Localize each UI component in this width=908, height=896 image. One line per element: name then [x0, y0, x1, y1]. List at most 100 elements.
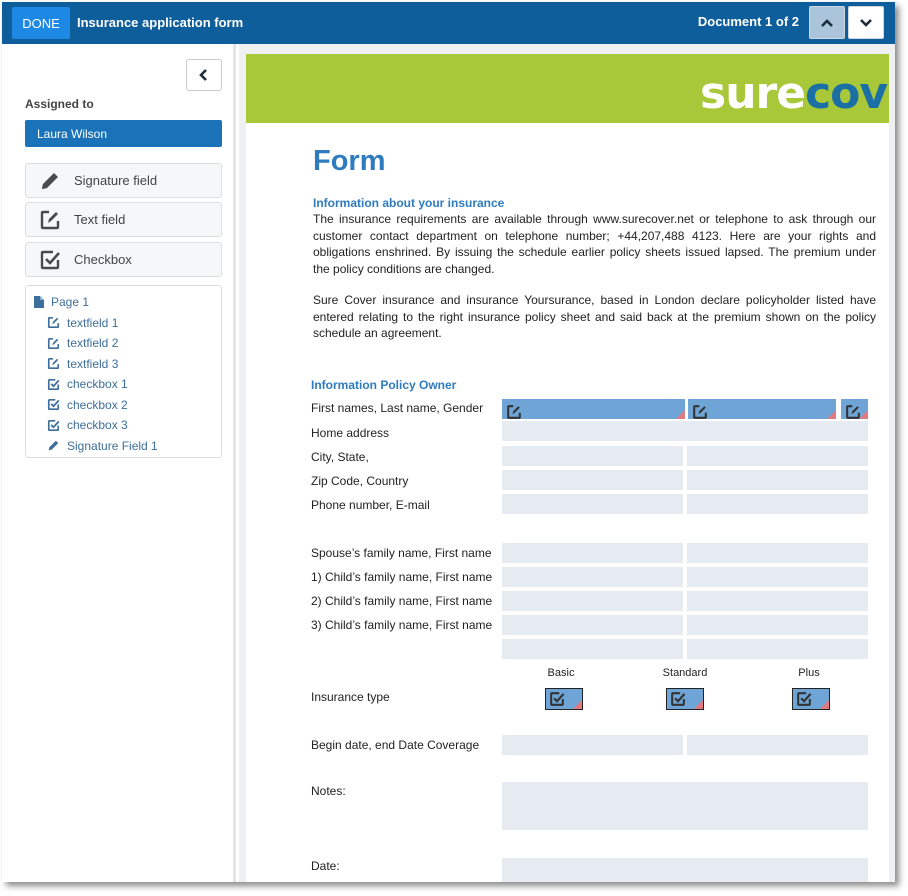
label-child-3: 3) Child’s family name, First name: [311, 618, 493, 632]
pencil-icon: [42, 172, 58, 189]
collapse-sidebar-button[interactable]: [186, 59, 222, 91]
text-field-icon: [40, 210, 60, 229]
begin-date-box: [502, 735, 683, 755]
label-notes: Notes:: [311, 784, 346, 798]
paragraph-insurance-info: The insurance requirements are available…: [313, 212, 876, 276]
document-counter: Document 1 of 2: [697, 14, 799, 29]
pencil-icon: [48, 441, 59, 451]
child-2-box-2: [687, 591, 868, 611]
label-zip: Zip Code, Country: [311, 474, 409, 488]
tree-item-label: checkbox 3: [67, 418, 128, 433]
spouse-box-2: [687, 543, 868, 563]
checkbox-3[interactable]: [792, 688, 830, 710]
signature-field-tool[interactable]: Signature field: [25, 163, 222, 198]
checkbox-icon: [550, 692, 565, 706]
label-names: First names, Last name, Gender: [311, 401, 484, 415]
spouse-box-1: [502, 543, 683, 563]
label-begin-date: Begin date, end Date Coverage: [311, 738, 480, 752]
checkbox-1[interactable]: [545, 688, 583, 710]
section-title-insurance-info: Information about your insurance: [313, 196, 505, 210]
child-3-box-2: [687, 615, 868, 635]
checkbox-tool[interactable]: Checkbox: [25, 242, 222, 277]
textfield-2[interactable]: [688, 399, 836, 419]
tree-item-textfield-2[interactable]: textfield 2: [26, 333, 221, 354]
end-date-box: [687, 735, 868, 755]
label-insurance-type: Insurance type: [311, 690, 390, 704]
form-title: Form: [313, 145, 386, 177]
child-2-box-1: [502, 591, 683, 611]
label-child-1: 1) Child’s family name, First name: [311, 570, 493, 584]
textfield-1[interactable]: [502, 399, 685, 419]
checkbox-2[interactable]: [666, 688, 704, 710]
text-field-icon: [47, 317, 60, 329]
tree-item-textfield-3[interactable]: textfield 3: [26, 354, 221, 375]
state-box: [687, 446, 868, 466]
assigned-to-label: Assigned to: [25, 97, 94, 111]
done-button[interactable]: DONE: [12, 7, 70, 39]
tool-label: Signature field: [74, 173, 158, 188]
label-city: City, State,: [311, 450, 369, 464]
top-bar: DONE Insurance application form Document…: [2, 2, 895, 44]
chevron-down-icon: [860, 18, 872, 27]
tree-item-page[interactable]: Page 1: [26, 292, 221, 313]
date-box: [502, 858, 868, 882]
text-field-icon: [47, 337, 60, 349]
brand-banner: surecov: [246, 54, 889, 123]
checkbox-icon: [47, 378, 60, 390]
label-date: Date:: [311, 859, 340, 873]
child-1-box-2: [687, 567, 868, 587]
checkbox-icon: [47, 399, 60, 411]
child-1-box-1: [502, 567, 683, 587]
company-logo: surecov: [700, 68, 888, 119]
chevron-left-icon: [199, 69, 207, 81]
tree-item-checkbox-2[interactable]: checkbox 2: [26, 395, 221, 416]
app-window: DONE Insurance application form Document…: [2, 2, 895, 882]
tree-item-checkbox-1[interactable]: checkbox 1: [26, 374, 221, 395]
tree-item-label: checkbox 1: [67, 377, 128, 392]
plan-label-basic: Basic: [547, 667, 575, 679]
text-field-icon: [47, 358, 60, 370]
textfield-3[interactable]: [841, 399, 868, 419]
city-box: [502, 446, 683, 466]
tree-item-label: textfield 3: [67, 356, 119, 371]
zip-box: [502, 470, 683, 490]
chevron-up-icon: [821, 18, 833, 27]
section-title-policy-owner: Information Policy Owner: [311, 378, 457, 392]
tool-label: Checkbox: [74, 252, 132, 267]
tree-item-label: textfield 2: [67, 336, 119, 351]
field-tree: Page 1 textfield 1 textfield 2 textfield…: [25, 285, 222, 458]
tree-item-checkbox-3[interactable]: checkbox 3: [26, 415, 221, 436]
label-phone: Phone number, E-mail: [311, 498, 430, 512]
tree-item-label: checkbox 2: [67, 397, 128, 412]
paragraph-agreement: Sure Cover insurance and insurance Yours…: [313, 293, 876, 340]
phone-box: [502, 494, 683, 514]
label-child-2: 2) Child’s family name, First name: [311, 594, 493, 608]
tree-item-signature-field-1[interactable]: Signature Field 1: [26, 436, 221, 457]
checkbox-icon: [671, 692, 686, 706]
plan-label-plus: Plus: [798, 667, 820, 679]
plan-label-standard: Standard: [662, 667, 708, 679]
text-field-tool[interactable]: Text field: [25, 202, 222, 237]
document-page: surecov Form Information about your insu…: [246, 54, 889, 882]
file-icon: [34, 296, 44, 309]
document-viewer[interactable]: surecov Form Information about your insu…: [239, 44, 895, 882]
tree-item-label: Page 1: [51, 295, 90, 310]
label-address: Home address: [311, 426, 390, 440]
child-3-box-1: [502, 615, 683, 635]
checkbox-icon: [40, 250, 60, 269]
previous-document-button[interactable]: [809, 6, 845, 39]
checkbox-icon: [47, 419, 60, 431]
tool-label: Text field: [74, 212, 126, 227]
country-box: [687, 470, 868, 490]
label-spouse: Spouse’s family name, First name: [311, 546, 492, 560]
text-field-icon: [507, 405, 521, 419]
address-box: [502, 421, 868, 441]
tree-item-textfield-1[interactable]: textfield 1: [26, 313, 221, 334]
tree-item-label: textfield 1: [67, 315, 119, 330]
email-box: [687, 494, 868, 514]
next-document-button[interactable]: [848, 6, 884, 39]
document-title: Insurance application form: [77, 15, 244, 30]
assignee-selector[interactable]: Laura Wilson: [25, 120, 222, 147]
checkbox-icon: [797, 692, 812, 706]
sidebar: Assigned to Laura Wilson Signature field…: [2, 44, 236, 882]
